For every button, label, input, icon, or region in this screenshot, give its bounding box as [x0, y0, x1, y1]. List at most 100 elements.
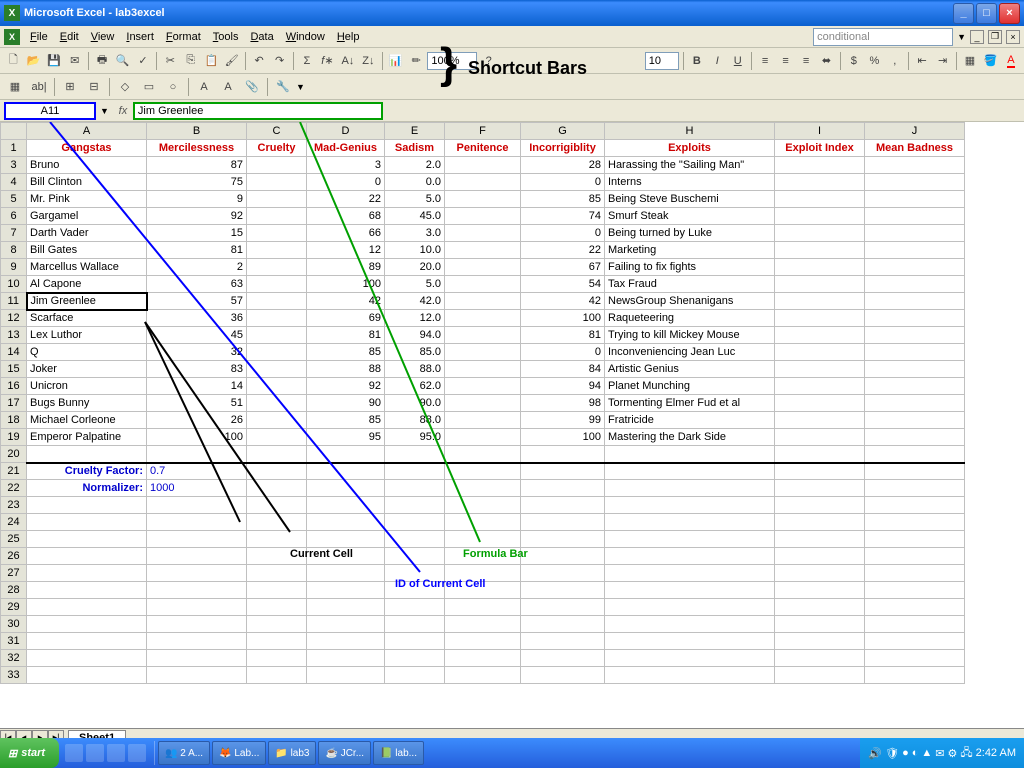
cell[interactable]: [775, 327, 865, 344]
cell[interactable]: [147, 548, 247, 565]
cell[interactable]: [445, 327, 521, 344]
cell[interactable]: [605, 650, 775, 667]
cell[interactable]: [247, 225, 307, 242]
cell[interactable]: [27, 599, 147, 616]
cell[interactable]: [247, 293, 307, 310]
cell[interactable]: 22: [307, 191, 385, 208]
cell[interactable]: 66: [307, 225, 385, 242]
cell[interactable]: [775, 242, 865, 259]
cell[interactable]: [307, 463, 385, 480]
cell[interactable]: [247, 259, 307, 276]
row-header[interactable]: 21: [1, 463, 27, 480]
taskbar-item[interactable]: 🦊 Lab...: [212, 741, 266, 765]
cell[interactable]: Lex Luthor: [27, 327, 147, 344]
cell[interactable]: [307, 667, 385, 684]
drawing-icon[interactable]: ✏: [407, 50, 425, 72]
cell[interactable]: [775, 412, 865, 429]
cell[interactable]: [605, 514, 775, 531]
cell[interactable]: [775, 633, 865, 650]
cell[interactable]: 42: [307, 293, 385, 310]
cell[interactable]: Tax Fraud: [605, 276, 775, 293]
cell[interactable]: [865, 208, 965, 225]
cell[interactable]: [865, 582, 965, 599]
cell[interactable]: [445, 616, 521, 633]
sort-desc-icon[interactable]: Z↓: [359, 50, 377, 72]
tray-icon[interactable]: 🛡: [885, 747, 899, 760]
spell-icon[interactable]: ✓: [134, 50, 152, 72]
cell[interactable]: [247, 599, 307, 616]
cell[interactable]: 51: [147, 395, 247, 412]
row-header[interactable]: 18: [1, 412, 27, 429]
row-header[interactable]: 32: [1, 650, 27, 667]
cell[interactable]: [445, 361, 521, 378]
header-cell[interactable]: Incorrigiblity: [521, 140, 605, 157]
cell[interactable]: [521, 446, 605, 463]
shape3-icon[interactable]: ○: [162, 76, 184, 98]
row-header[interactable]: 12: [1, 310, 27, 327]
cell[interactable]: [247, 616, 307, 633]
tray-icon[interactable]: ●: [902, 747, 909, 759]
cell[interactable]: Failing to fix fights: [605, 259, 775, 276]
cell[interactable]: [27, 446, 147, 463]
cell[interactable]: [247, 582, 307, 599]
cell[interactable]: [865, 344, 965, 361]
cell[interactable]: [247, 327, 307, 344]
row-header[interactable]: 33: [1, 667, 27, 684]
cell[interactable]: [605, 633, 775, 650]
cell[interactable]: [445, 310, 521, 327]
row-header[interactable]: 31: [1, 633, 27, 650]
col-header-F[interactable]: F: [445, 123, 521, 140]
cell[interactable]: [247, 208, 307, 225]
cell[interactable]: 10.0: [385, 242, 445, 259]
cell[interactable]: Being turned by Luke: [605, 225, 775, 242]
cell[interactable]: 100: [307, 276, 385, 293]
align-right-icon[interactable]: ≡: [797, 50, 815, 72]
cell[interactable]: [775, 650, 865, 667]
cell[interactable]: 74: [521, 208, 605, 225]
align-center-icon[interactable]: ≡: [776, 50, 794, 72]
cell[interactable]: [147, 667, 247, 684]
cell[interactable]: [307, 514, 385, 531]
cell[interactable]: 2: [147, 259, 247, 276]
percent-icon[interactable]: %: [865, 50, 883, 72]
cell[interactable]: [521, 548, 605, 565]
tray-icon[interactable]: ⚙: [948, 747, 958, 760]
cell[interactable]: [445, 548, 521, 565]
cell[interactable]: [445, 293, 521, 310]
cell[interactable]: [307, 565, 385, 582]
cell[interactable]: [775, 497, 865, 514]
cell[interactable]: 85: [307, 344, 385, 361]
row-header[interactable]: 9: [1, 259, 27, 276]
cell[interactable]: [865, 429, 965, 446]
cell[interactable]: [247, 395, 307, 412]
cell[interactable]: Scarface: [27, 310, 147, 327]
cell[interactable]: [605, 616, 775, 633]
cell[interactable]: [307, 480, 385, 497]
cell[interactable]: [247, 191, 307, 208]
cell[interactable]: [445, 514, 521, 531]
cell[interactable]: [445, 242, 521, 259]
row-header[interactable]: 14: [1, 344, 27, 361]
borders-icon[interactable]: ▦: [961, 50, 979, 72]
cell[interactable]: [865, 616, 965, 633]
cell[interactable]: [521, 616, 605, 633]
taskbar-item[interactable]: 👥 2 A...: [158, 741, 210, 765]
cell[interactable]: [445, 650, 521, 667]
cut-icon[interactable]: ✂: [161, 50, 179, 72]
cell[interactable]: [521, 531, 605, 548]
cell[interactable]: [521, 582, 605, 599]
ie-icon[interactable]: [65, 744, 83, 762]
cell[interactable]: [521, 514, 605, 531]
cell[interactable]: [247, 667, 307, 684]
menu-insert[interactable]: Insert: [120, 29, 160, 45]
row-header[interactable]: 4: [1, 174, 27, 191]
cell[interactable]: Jim Greenlee: [27, 293, 147, 310]
cell[interactable]: [865, 225, 965, 242]
cell[interactable]: [445, 344, 521, 361]
menu-file[interactable]: File: [24, 29, 54, 45]
system-tray[interactable]: 🔊 🛡 ● ◐ ▲ ✉ ⚙ 🖧 2:42 AM: [860, 738, 1024, 768]
cell[interactable]: 42.0: [385, 293, 445, 310]
cell[interactable]: 62.0: [385, 378, 445, 395]
col-header-A[interactable]: A: [27, 123, 147, 140]
cell[interactable]: [445, 667, 521, 684]
